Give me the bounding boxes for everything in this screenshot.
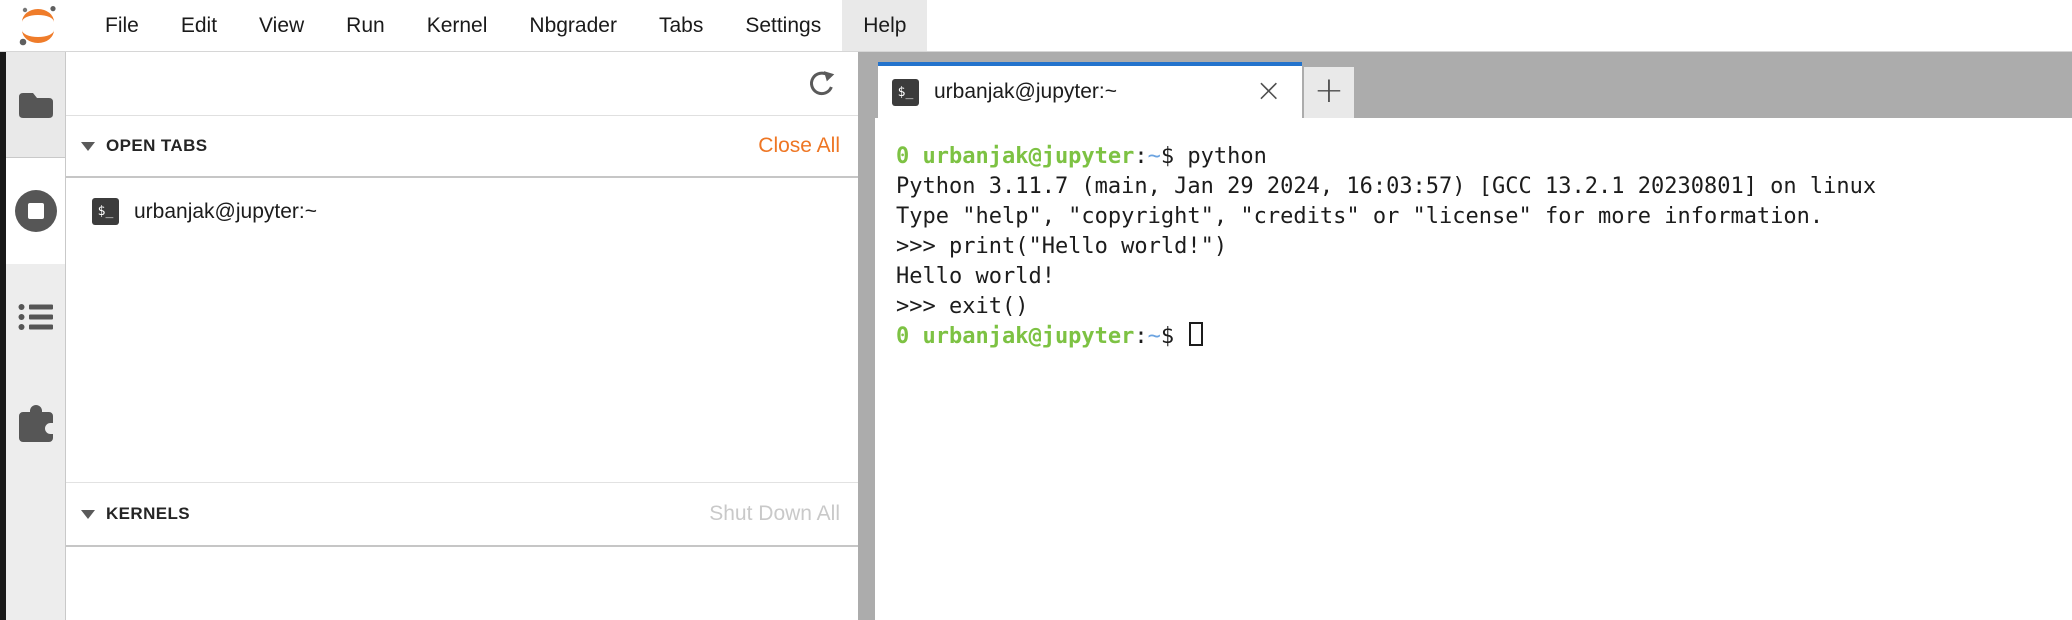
file-browser-icon — [17, 90, 55, 120]
terminal-text-segment: : — [1134, 144, 1148, 169]
jupyter-logo-icon — [16, 5, 60, 47]
terminal-line: Hello world! — [896, 262, 2072, 292]
terminal-text-segment: $ python — [1160, 144, 1267, 169]
open-tabs-list: $_ urbanjak@jupyter:~ — [66, 178, 858, 482]
terminal-line: >>> exit() — [896, 292, 2072, 322]
terminal-line: 0 urbanjak@jupyter:~$ python — [896, 142, 2072, 172]
terminal-icon: $_ — [892, 78, 919, 106]
open-tab-list-item[interactable]: $_ urbanjak@jupyter:~ — [66, 192, 858, 231]
menu-item-kernel[interactable]: Kernel — [406, 0, 509, 51]
terminal-line: Python 3.11.7 (main, Jan 29 2024, 16:03:… — [896, 172, 2072, 202]
open-tabs-section-header: OPEN TABS Close All — [66, 116, 858, 178]
terminal-tab-label: urbanjak@jupyter:~ — [934, 80, 1118, 103]
menu-item-help[interactable]: Help — [842, 0, 928, 51]
terminal-text-segment: >>> print("Hello world!") — [896, 234, 1228, 259]
terminal-line: Type "help", "copyright", "credits" or "… — [896, 202, 2072, 232]
running-panel: OPEN TABS Close All $_ urbanjak@jupyter:~… — [66, 52, 858, 620]
menu-item-tabs[interactable]: Tabs — [638, 0, 724, 51]
open-tabs-title: OPEN TABS — [106, 136, 208, 155]
terminal-text-segment: Hello world! — [896, 264, 1055, 289]
terminal-tab[interactable]: $_ urbanjak@jupyter:~ × — [878, 62, 1302, 118]
sidebar-item-extensions[interactable] — [6, 370, 65, 476]
menu-item-file[interactable]: File — [84, 0, 160, 51]
terminal-text-segment: ~ — [1147, 144, 1161, 169]
menu-item-nbgrader[interactable]: Nbgrader — [508, 0, 638, 51]
close-tab-icon[interactable]: × — [1245, 74, 1292, 110]
collapse-caret-icon[interactable] — [81, 141, 95, 151]
terminal-text-segment: ~ — [1147, 324, 1161, 349]
terminal-text-segment: 0 urbanjak@jupyter — [896, 324, 1135, 349]
shut-down-all-button[interactable]: Shut Down All — [709, 502, 840, 526]
extension-manager-icon — [16, 404, 56, 442]
terminal-icon: $_ — [92, 198, 119, 225]
dock-tab-bar: $_ urbanjak@jupyter:~ × + — [858, 52, 2072, 118]
sidebar-item-file-browser[interactable] — [6, 52, 65, 158]
new-tab-button[interactable]: + — [1304, 67, 1354, 118]
activity-sidebar — [6, 52, 66, 620]
close-all-button[interactable]: Close All — [758, 134, 840, 158]
main-dock-panel: $_ urbanjak@jupyter:~ × + 0 urbanjak@jup… — [858, 52, 2072, 620]
terminal-output[interactable]: 0 urbanjak@jupyter:~$ python Python 3.11.… — [875, 118, 2072, 620]
menu-item-run[interactable]: Run — [325, 0, 406, 51]
kernels-title: KERNELS — [106, 504, 191, 523]
menu-item-view[interactable]: View — [238, 0, 325, 51]
terminal-line: >>> print("Hello world!") — [896, 232, 2072, 262]
sidebar-item-running-kernels[interactable] — [6, 158, 65, 264]
terminal-text-segment: : — [1134, 324, 1148, 349]
kernels-list-empty — [66, 547, 858, 620]
menu-bar: File Edit View Run Kernel Nbgrader Tabs Setting… — [0, 0, 2072, 52]
running-panel-toolbar — [66, 52, 858, 116]
terminal-text-segment: $ — [1160, 324, 1188, 349]
terminal-text-segment: Type "help", "copyright", "credits" or "… — [896, 204, 1824, 229]
terminal-text-segment: >>> exit() — [896, 294, 1029, 319]
refresh-button[interactable] — [807, 69, 836, 98]
terminal-text-segment: 0 urbanjak@jupyter — [896, 144, 1135, 169]
running-terminals-and-kernels-icon — [13, 188, 59, 234]
menu-items: File Edit View Run Kernel Nbgrader Tabs Setting… — [84, 0, 928, 51]
terminal-cursor — [1189, 322, 1204, 346]
table-of-contents-icon — [18, 302, 54, 332]
collapse-caret-icon[interactable] — [81, 509, 95, 519]
terminal-text-segment: Python 3.11.7 (main, Jan 29 2024, 16:03:… — [896, 174, 1877, 199]
terminal-line: 0 urbanjak@jupyter:~$ — [896, 322, 2072, 352]
sidebar-item-table-of-contents[interactable] — [6, 264, 65, 370]
open-tab-label: urbanjak@jupyter:~ — [134, 199, 318, 223]
menu-item-edit[interactable]: Edit — [160, 0, 238, 51]
menu-item-settings[interactable]: Settings — [724, 0, 842, 51]
kernels-section-header: KERNELS Shut Down All — [66, 482, 858, 547]
